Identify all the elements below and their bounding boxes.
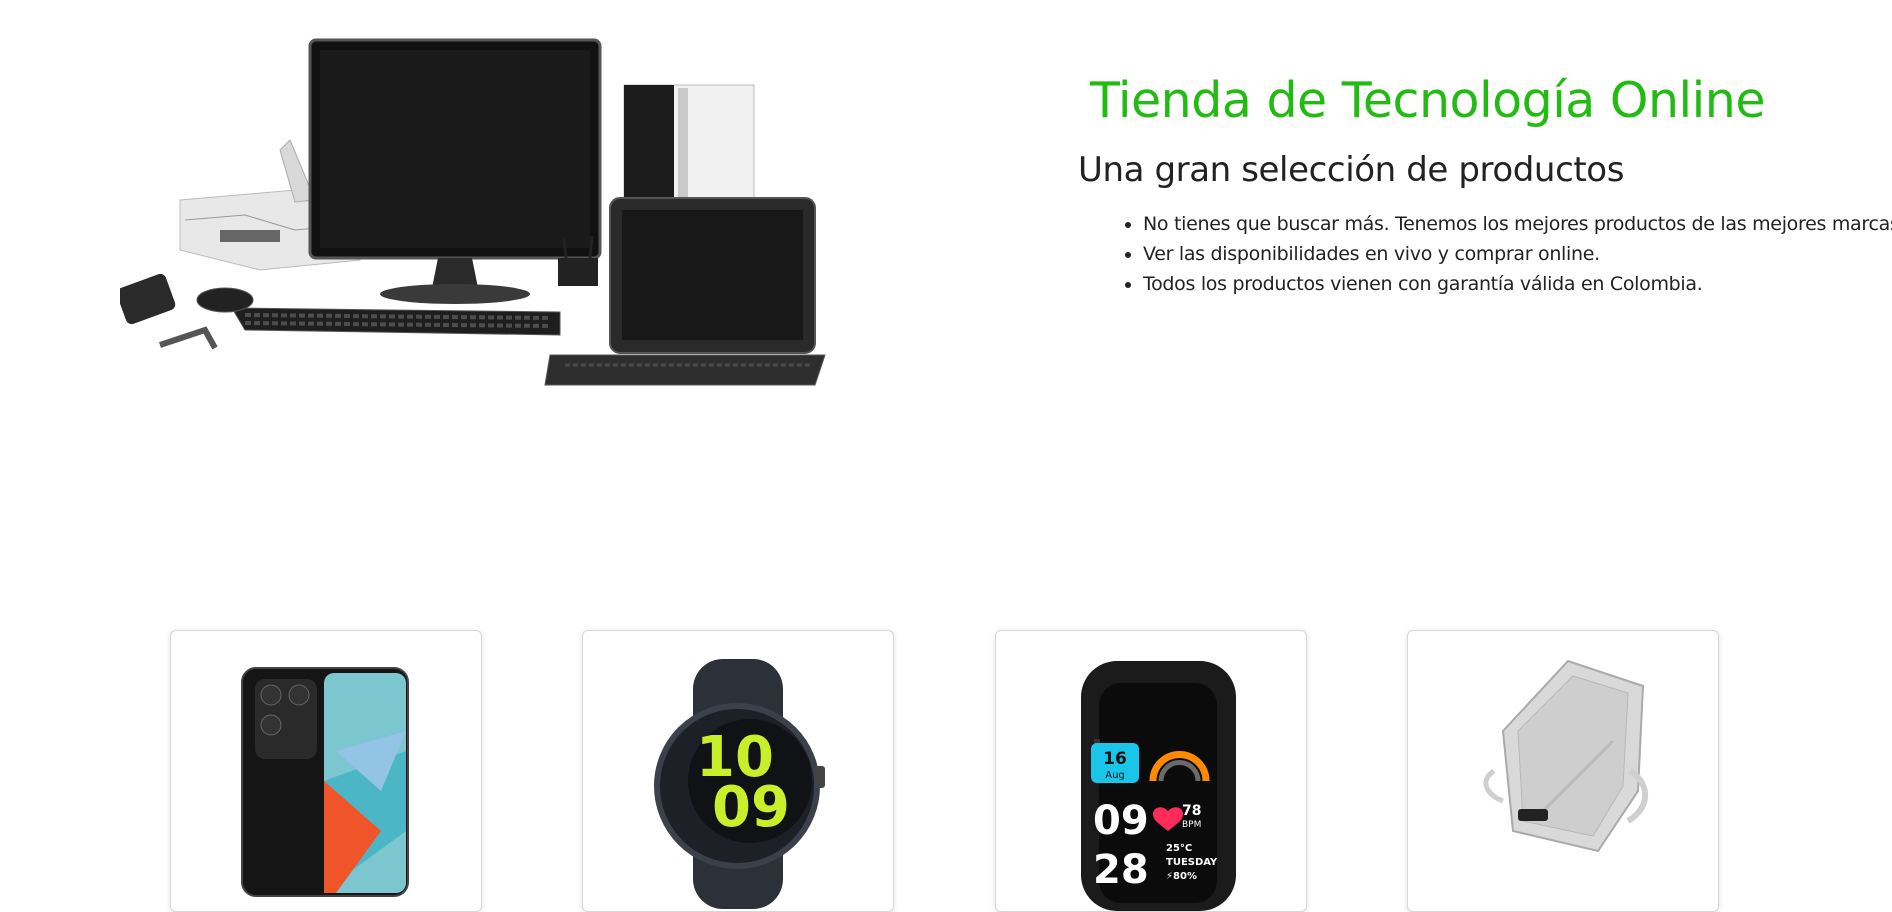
feature-item: No tienes que buscar más. Tenemos los me…: [1143, 209, 1892, 239]
watch-day: 16: [1103, 749, 1127, 769]
svg-text:09: 09: [712, 775, 790, 840]
watch-temperature: 25°C: [1166, 843, 1192, 854]
computer-equipment-image: [116, 38, 826, 386]
watch-weekday: TUESDAY: [1166, 857, 1218, 868]
page-title: Tienda de Tecnología Online: [1090, 72, 1765, 129]
feature-item: Todos los productos vienen con garantía …: [1143, 269, 1878, 299]
smartwatch-round-image: 10 09: [654, 659, 825, 909]
hero-text: Tienda de Tecnología Online Una gran sel…: [1078, 62, 1892, 299]
watch-battery: ⚡80%: [1166, 871, 1197, 882]
feature-item: Ver las disponibilidades en vivo y compr…: [1143, 239, 1878, 269]
power-bank-image: [1483, 659, 1649, 853]
watch-heart-unit: BPM: [1182, 820, 1201, 830]
section-subtitle: Una gran selección de productos: [1078, 150, 1625, 190]
product-card[interactable]: 16 Aug 09 28 78 BPM 25°C TUESDAY ⚡80%: [995, 630, 1307, 912]
watch-minute: 28: [1093, 847, 1149, 893]
product-card[interactable]: 10 09: [582, 630, 894, 912]
watch-heart-rate: 78: [1182, 803, 1201, 819]
watch-month: Aug: [1105, 770, 1125, 781]
hero-image: [116, 30, 830, 390]
smartwatch-square-image: 16 Aug 09 28 78 BPM 25°C TUESDAY ⚡80%: [1081, 661, 1236, 911]
smartphone-image: [241, 667, 409, 897]
product-card[interactable]: [170, 630, 482, 912]
watch-hour: 09: [1093, 798, 1149, 844]
feature-list: No tienes que buscar más. Tenemos los me…: [1078, 209, 1892, 299]
product-card[interactable]: [1407, 630, 1719, 912]
